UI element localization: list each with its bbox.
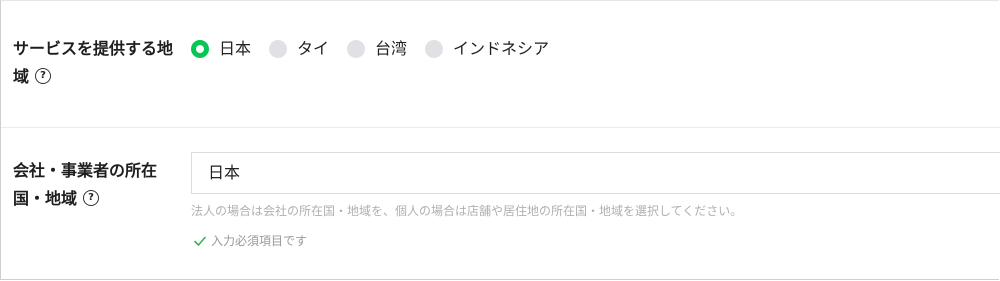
radio-label-taiwan: 台湾 bbox=[375, 39, 408, 58]
company-country-label: 会社・事業者の所在国・地域? bbox=[13, 157, 183, 213]
radio-button[interactable] bbox=[425, 40, 444, 58]
radio-label-indonesia: インドネシア bbox=[453, 39, 550, 58]
check-icon bbox=[194, 236, 206, 246]
radio-button[interactable] bbox=[269, 40, 288, 58]
required-note: 入力必須項目です bbox=[193, 232, 307, 250]
company-country-section: 会社・事業者の所在国・地域? 日本 法人の場合は会社の所在国・地域を、個人の場合… bbox=[1, 128, 1000, 281]
radio-option-indonesia[interactable]: インドネシア bbox=[425, 37, 549, 61]
help-icon[interactable]: ? bbox=[83, 190, 100, 206]
form-container: サービスを提供する地域? 日本 タイ 台湾 インドネシア 会社・事業者の所在国・… bbox=[0, 0, 1000, 281]
company-country-input[interactable]: 日本 bbox=[191, 152, 1000, 194]
radio-option-taiwan[interactable]: 台湾 bbox=[347, 37, 407, 61]
radio-button[interactable] bbox=[347, 40, 366, 58]
service-region-label: サービスを提供する地域? bbox=[13, 35, 183, 91]
radio-button-selected[interactable] bbox=[191, 40, 209, 58]
required-note-text: 入力必須項目です bbox=[211, 234, 308, 248]
radio-option-japan[interactable]: 日本 bbox=[191, 37, 251, 61]
help-icon[interactable]: ? bbox=[35, 68, 52, 84]
company-country-hint: 法人の場合は会社の所在国・地域を、個人の場合は店舗や居住地の所在国・地域を選択し… bbox=[191, 204, 743, 218]
radio-label-japan: 日本 bbox=[219, 39, 252, 58]
radio-option-thailand[interactable]: タイ bbox=[269, 37, 329, 61]
radio-label-thailand: タイ bbox=[297, 39, 330, 58]
service-region-section: サービスを提供する地域? 日本 タイ 台湾 インドネシア bbox=[1, 1, 1000, 128]
service-region-radio-group: 日本 タイ 台湾 インドネシア bbox=[191, 37, 567, 61]
